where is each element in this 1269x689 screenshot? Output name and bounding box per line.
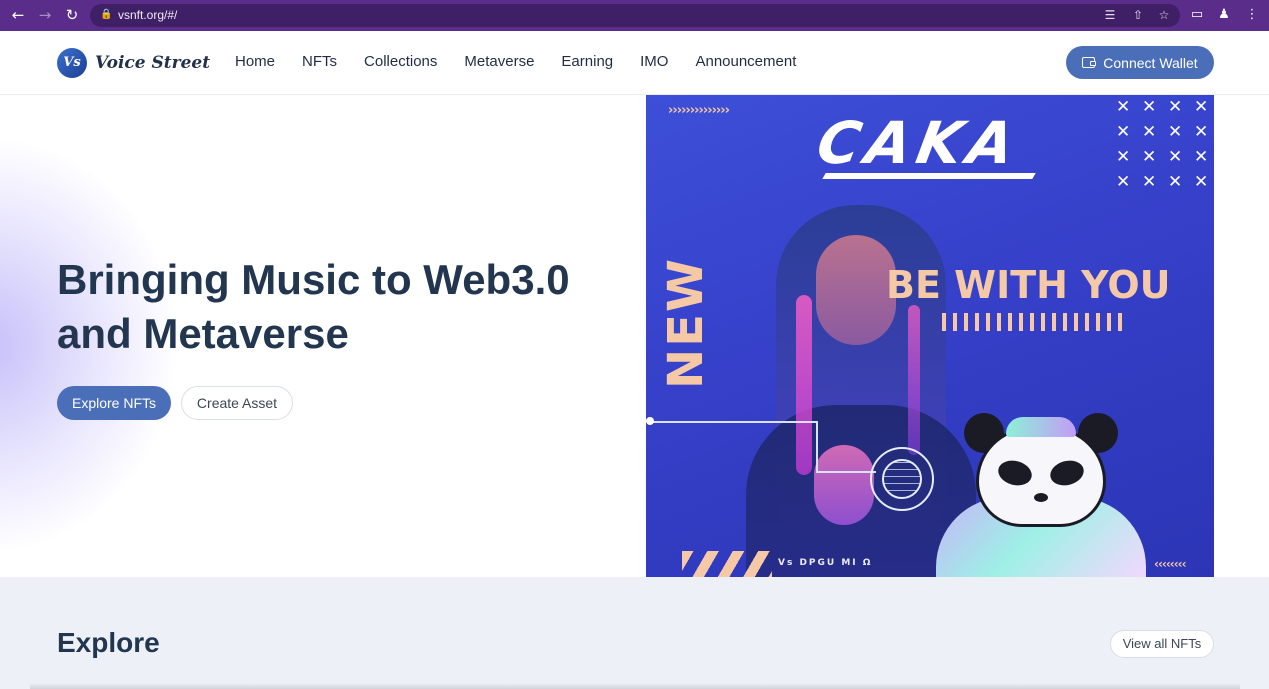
singer-illustration (686, 185, 976, 577)
bookmark-star-icon[interactable]: ☆ (1156, 7, 1172, 23)
globe-icon (870, 447, 934, 511)
logo-text[interactable]: Voice Street (95, 53, 210, 73)
chevron-decoration: ›››››››››››››› (668, 103, 730, 118)
nav-announcement[interactable]: Announcement (695, 53, 796, 70)
lock-icon[interactable]: 🔒 (100, 9, 112, 20)
explore-section: Explore View all NFTs (0, 577, 1269, 689)
explore-nfts-button[interactable]: Explore NFTs (57, 386, 171, 420)
artwork-logo: CAKA (812, 109, 1026, 177)
logo-mark[interactable]: Vs (57, 48, 87, 78)
circuit-dot (646, 417, 654, 425)
view-all-nfts-button[interactable]: View all NFTs (1110, 630, 1214, 658)
stripe-decoration (682, 551, 772, 577)
nav-nfts[interactable]: NFTs (302, 53, 337, 70)
nav-collections[interactable]: Collections (364, 53, 437, 70)
translate-icon[interactable]: ☰ (1102, 7, 1118, 23)
hero-title: Bringing Music to Web3.0 and Metaverse (57, 256, 570, 357)
side-panel-icon[interactable]: ▭ (1188, 6, 1206, 24)
wallet-icon (1082, 57, 1097, 68)
site-header: Vs Voice Street Home NFTs Collections Me… (0, 31, 1269, 95)
x-pattern-decoration: ✕ ✕ ✕ ✕ ✕ ✕ ✕ ✕ ✕ ✕ ✕ ✕ ✕ ✕ ✕ ✕ (1116, 97, 1209, 192)
artwork-new-label: NEW (657, 257, 714, 389)
reload-icon[interactable]: ↻ (62, 5, 82, 25)
explore-title: Explore (57, 627, 160, 658)
url-text[interactable]: vsnft.org/#/ (118, 8, 177, 22)
browser-toolbar: ← → ↻ 🔒 vsnft.org/#/ ☰ ⇧ ☆ ▭ ♟ ⋮ (0, 0, 1269, 31)
share-icon[interactable]: ⇧ (1130, 7, 1146, 23)
create-asset-button[interactable]: Create Asset (181, 386, 293, 420)
hero-section: Bringing Music to Web3.0 and Metaverse E… (0, 95, 1269, 577)
panda-illustration (936, 413, 1146, 577)
artwork-tagline: BE WITH YOU (886, 263, 1171, 307)
forward-icon[interactable]: → (35, 5, 55, 25)
artwork-logo-bar (822, 173, 1036, 179)
barcode-decoration (942, 313, 1128, 331)
address-bar[interactable]: 🔒 vsnft.org/#/ ☰ ⇧ ☆ (90, 4, 1180, 27)
logo[interactable]: Vs Voice Street (57, 46, 210, 80)
connect-wallet-label: Connect Wallet (1103, 54, 1198, 71)
nav-home[interactable]: Home (235, 53, 275, 70)
browser-menu-icon[interactable]: ⋮ (1243, 6, 1261, 24)
main-nav: Home NFTs Collections Metaverse Earning … (235, 53, 823, 70)
nav-imo[interactable]: IMO (640, 53, 668, 70)
chevron-decoration-bottom: ‹‹‹‹‹‹‹‹ (1154, 557, 1187, 571)
nav-metaverse[interactable]: Metaverse (464, 53, 534, 70)
back-icon[interactable]: ← (8, 5, 28, 25)
hero-artwork[interactable]: ›››››››››››››› ✕ ✕ ✕ ✕ ✕ ✕ ✕ ✕ ✕ ✕ ✕ ✕ ✕ ✕ ✕ ✕ CAKA … (646, 95, 1214, 577)
connect-wallet-button[interactable]: Connect Wallet (1066, 46, 1214, 79)
artwork-sponsor-logos: Vs DPGU MI Ω (778, 558, 873, 568)
extension-icon[interactable]: ♟ (1215, 6, 1233, 24)
circuit-line (648, 421, 818, 423)
nav-earning[interactable]: Earning (561, 53, 613, 70)
